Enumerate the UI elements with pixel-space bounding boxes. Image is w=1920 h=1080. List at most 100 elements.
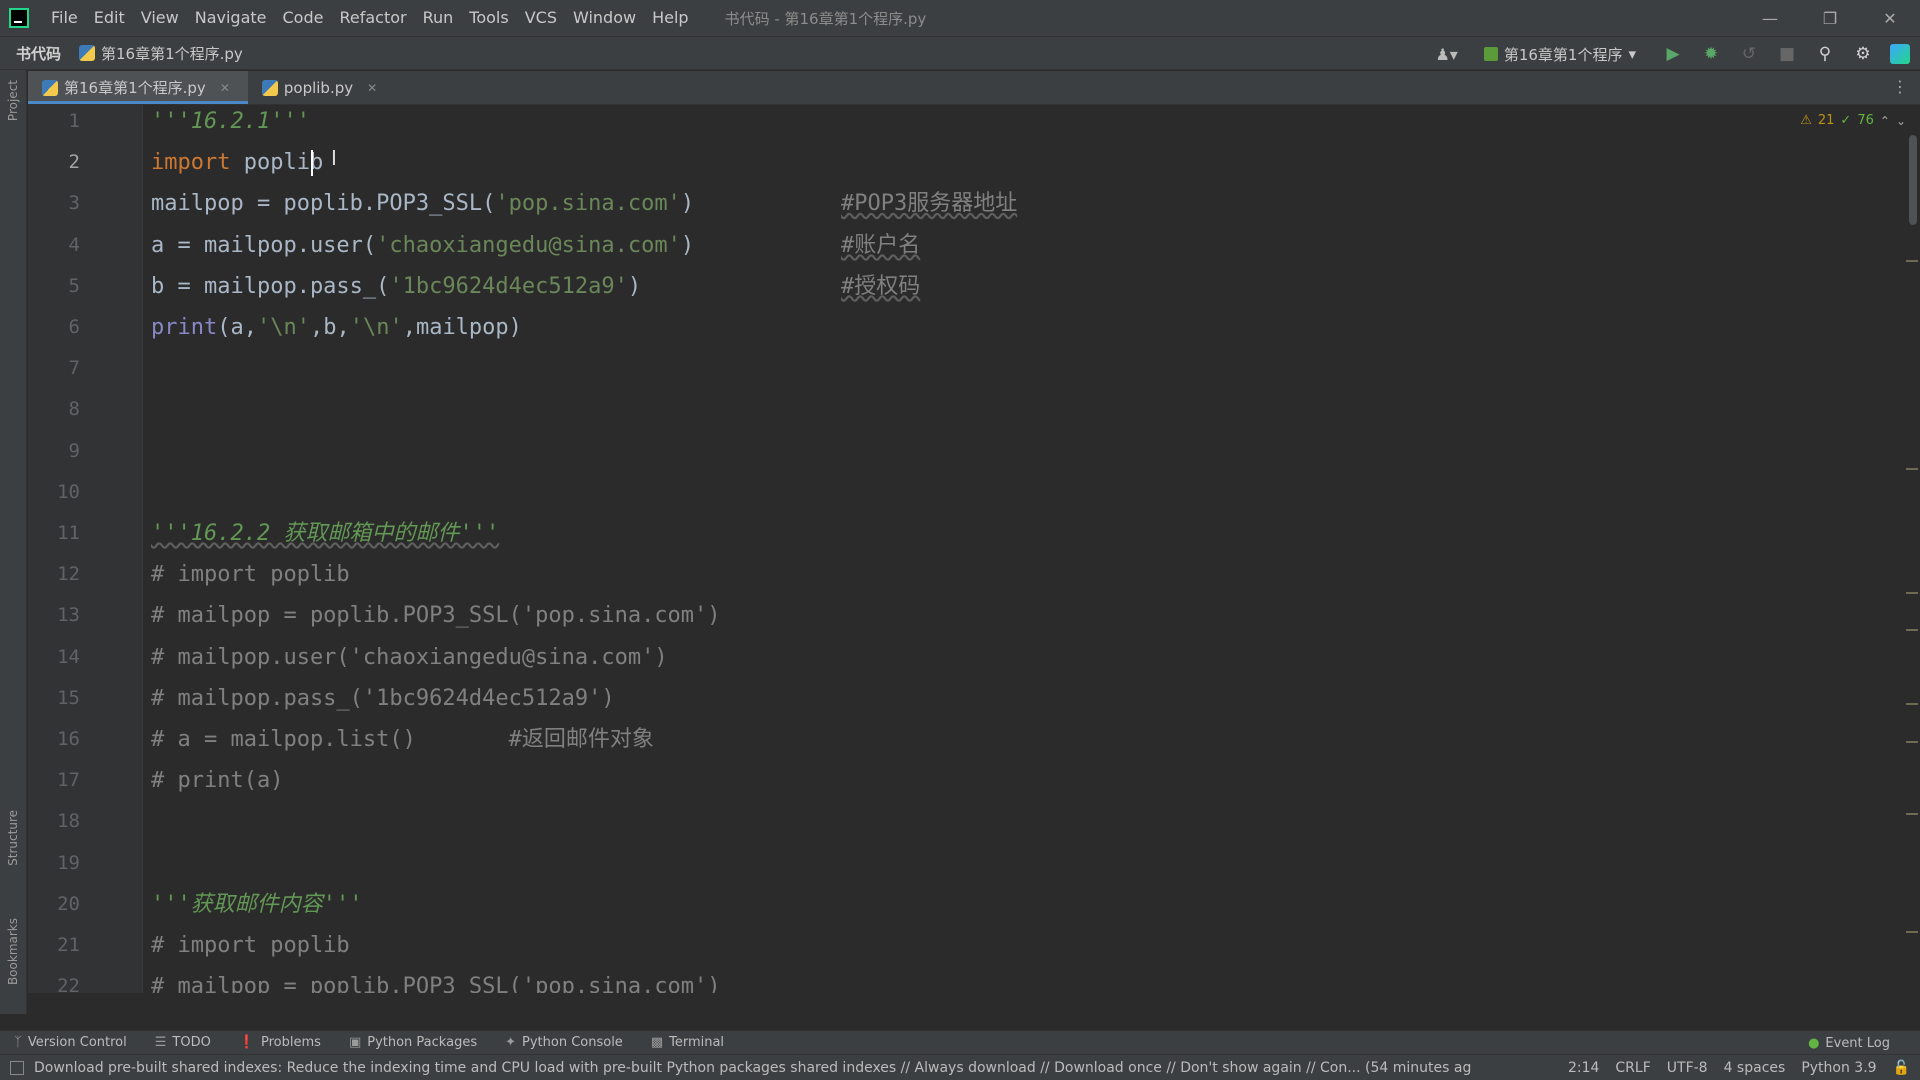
more-vertical-icon[interactable]: ⋮ bbox=[1892, 77, 1908, 96]
close-icon[interactable]: ✕ bbox=[220, 81, 230, 95]
line-number: 9 bbox=[68, 439, 80, 462]
code-text: mailpop = poplib.POP3_SSL( bbox=[151, 191, 496, 217]
menu-navigate[interactable]: Navigate bbox=[187, 0, 275, 36]
bookmarks-tool-label: Bookmarks bbox=[6, 918, 20, 986]
error-stripe-mark bbox=[1906, 703, 1918, 705]
terminal-tool[interactable]: ▩ Terminal bbox=[637, 1035, 738, 1050]
line-number: 7 bbox=[68, 357, 80, 380]
structure-tool-tab[interactable]: Structure bbox=[2, 810, 24, 866]
line-number: 3 bbox=[68, 192, 80, 215]
tab-label: poplib.py bbox=[283, 78, 354, 97]
code-line: mailpop = poplib.POP3_SSL('pop.sina.com'… bbox=[151, 189, 694, 219]
debug-icon[interactable]: ✹ bbox=[1700, 44, 1722, 64]
error-stripe-mark bbox=[1906, 468, 1918, 470]
line-number-gutter: 1 2 3 4 5 6 7 8 9 10 11 12 13 14 15 16 17 18 19 20 21 22 bbox=[28, 105, 143, 993]
code-area[interactable]: '''16.2.1''' import poplib mailpop = pop… bbox=[151, 105, 1880, 993]
comment: # mailpop.pass_('1bc9624d4ec512a9') bbox=[151, 685, 615, 711]
stop-icon[interactable]: ■ bbox=[1776, 44, 1798, 64]
menu-code[interactable]: Code bbox=[275, 0, 332, 36]
line-number: 18 bbox=[57, 810, 80, 833]
caret-position[interactable]: 2:14 bbox=[1568, 1060, 1599, 1076]
code-text: b = mailpop.pass_( bbox=[151, 273, 390, 299]
project-tool-label: Project bbox=[6, 80, 20, 122]
python-file-icon bbox=[261, 79, 278, 96]
bookmarks-tool-tab[interactable]: Bookmarks bbox=[2, 918, 24, 985]
close-icon[interactable]: ✕ bbox=[367, 81, 377, 95]
keyword: import bbox=[151, 150, 231, 176]
string-literal: 'pop.sina.com' bbox=[495, 191, 681, 217]
python-interpreter[interactable]: Python 3.9 bbox=[1801, 1060, 1876, 1076]
breadcrumb-project[interactable]: 书代码 bbox=[16, 43, 61, 64]
menu-file[interactable]: File bbox=[43, 0, 86, 36]
identifier: poplib bbox=[230, 150, 324, 176]
builtin-function: print bbox=[151, 315, 218, 340]
python-console-tool[interactable]: ✦ Python Console bbox=[491, 1035, 637, 1050]
restore-icon[interactable]: ❐ bbox=[1800, 0, 1860, 36]
python-packages-label: Python Packages bbox=[367, 1035, 478, 1050]
python-file-icon bbox=[42, 79, 58, 96]
code-text: ,mailpop) bbox=[402, 315, 522, 340]
notification-icon[interactable] bbox=[10, 1060, 24, 1075]
string-literal: '1bc9624d4ec512a9' bbox=[389, 273, 628, 299]
menu-help[interactable]: Help bbox=[644, 0, 696, 36]
error-stripe-mark bbox=[1906, 260, 1918, 262]
code-editor[interactable]: 1 2 3 4 5 6 7 8 9 10 11 12 13 14 15 16 17 18 19 20 21 22 ⚠ 21… bbox=[28, 105, 1920, 993]
indent-setting[interactable]: 4 spaces bbox=[1724, 1060, 1786, 1076]
line-separator[interactable]: CRLF bbox=[1615, 1060, 1650, 1076]
comment: # mailpop = poplib.POP3_SSL('pop.sina.co… bbox=[151, 603, 721, 629]
lock-icon[interactable]: 🔓 bbox=[1893, 1060, 1910, 1076]
menu-run[interactable]: Run bbox=[415, 0, 462, 36]
code-line: '''16.2.1''' bbox=[151, 107, 310, 137]
string-literal: '\n' bbox=[256, 315, 310, 340]
line-number: 21 bbox=[57, 934, 80, 956]
todo-tool[interactable]: ☰ TODO bbox=[141, 1035, 225, 1050]
scrollbar-thumb[interactable] bbox=[1909, 135, 1917, 225]
search-icon[interactable]: ⚲ bbox=[1814, 44, 1836, 64]
tool-window-bar: ᛉ Version Control ☰ TODO ❗ Problems ▣ Python… bbox=[0, 1030, 1920, 1054]
run-configuration-selector[interactable]: 第16章第1个程序 ▾ bbox=[1474, 44, 1646, 65]
menu-edit[interactable]: Edit bbox=[86, 0, 133, 36]
line-number: 12 bbox=[57, 563, 80, 586]
python-packages-icon: ▣ bbox=[348, 1035, 362, 1050]
chevron-down-icon: ▾ bbox=[1628, 45, 1636, 63]
minimize-icon[interactable]: — bbox=[1740, 0, 1800, 36]
run-config-label: 第16章第1个程序 bbox=[1503, 45, 1623, 64]
close-icon[interactable]: ✕ bbox=[1860, 0, 1920, 36]
code-line: '''获取邮件内容''' bbox=[151, 890, 362, 920]
comment: #POP3服务器地址 bbox=[841, 191, 1018, 217]
menu-refactor[interactable]: Refactor bbox=[331, 0, 414, 36]
gear-icon[interactable]: ⚙ bbox=[1852, 44, 1874, 64]
status-message[interactable]: Download pre-built shared indexes: Reduc… bbox=[34, 1060, 1532, 1076]
chevron-down-icon[interactable]: ⌄ bbox=[1896, 114, 1906, 128]
code-line: import poplib bbox=[151, 148, 323, 178]
window-title: 书代码 - 第16章第1个程序.py bbox=[724, 9, 927, 28]
menu-window[interactable]: Window bbox=[565, 0, 644, 36]
project-tool-tab[interactable]: Project bbox=[2, 80, 24, 121]
problems-tool[interactable]: ❗ Problems bbox=[225, 1035, 335, 1050]
user-account-icon[interactable]: ♟▾ bbox=[1435, 45, 1457, 64]
tab-label: 第16章第1个程序.py bbox=[64, 79, 206, 97]
jetbrains-icon[interactable] bbox=[1890, 44, 1910, 64]
chevron-up-icon[interactable]: ⌃ bbox=[1880, 114, 1890, 128]
menu-vcs[interactable]: VCS bbox=[517, 0, 565, 36]
vertical-scrollbar[interactable] bbox=[1906, 105, 1920, 993]
line-number: 1 bbox=[68, 110, 80, 132]
error-stripe-mark bbox=[1906, 813, 1918, 815]
comment: # import poplib bbox=[151, 933, 350, 958]
menu-tools[interactable]: Tools bbox=[461, 0, 516, 36]
python-packages-tool[interactable]: ▣ Python Packages bbox=[335, 1035, 491, 1050]
menu-view[interactable]: View bbox=[133, 0, 187, 36]
file-encoding[interactable]: UTF-8 bbox=[1667, 1060, 1708, 1076]
line-number: 11 bbox=[57, 522, 80, 544]
run-icon[interactable]: ▶ bbox=[1662, 44, 1684, 64]
status-widgets: 2:14 CRLF UTF-8 4 spaces Python 3.9 🔓 bbox=[1568, 1055, 1910, 1080]
event-log-icon: ● bbox=[1808, 1035, 1820, 1051]
event-log-tool[interactable]: ● Event Log bbox=[1808, 1031, 1890, 1055]
breadcrumb-file[interactable]: 第16章第1个程序.py bbox=[79, 43, 243, 64]
coverage-icon[interactable]: ↺ bbox=[1738, 44, 1760, 64]
tab-poplib[interactable]: poplib.py ✕ bbox=[248, 71, 395, 104]
window-controls: — ❐ ✕ bbox=[1740, 0, 1920, 36]
tab-main-file[interactable]: 第16章第1个程序.py ✕ bbox=[28, 71, 248, 104]
code-line: a = mailpop.user('chaoxiangedu@sina.com'… bbox=[151, 231, 694, 261]
version-control-tool[interactable]: ᛉ Version Control bbox=[0, 1035, 141, 1050]
